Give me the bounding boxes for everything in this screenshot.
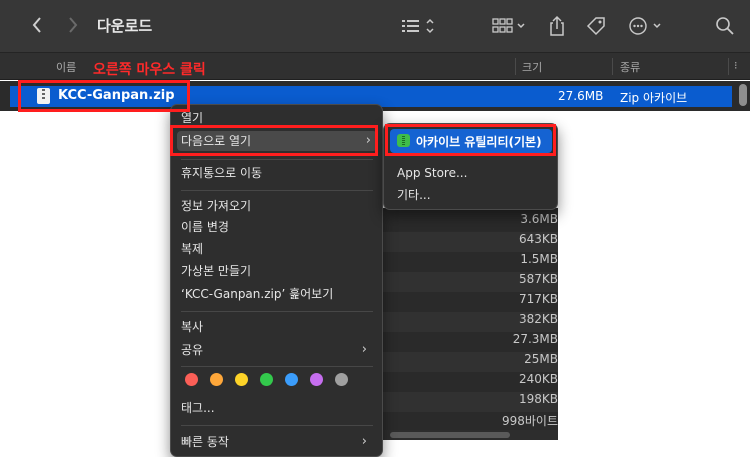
forward-chevron-icon[interactable]: [64, 15, 82, 37]
file-kind: Zip 아카이브: [620, 91, 688, 105]
menu-separator: [181, 311, 373, 312]
group-grid-icon[interactable]: [491, 15, 529, 37]
submenu-item-other[interactable]: 기타...: [397, 186, 431, 204]
list-item: 998바이트: [501, 414, 558, 428]
tag-orange[interactable]: [210, 373, 223, 386]
list-view-icon[interactable]: [400, 15, 440, 37]
column-divider: [515, 58, 516, 75]
open-with-submenu: 아카이브 유틸리티(기본) App Store... 기타...: [383, 123, 558, 210]
menu-separator: [181, 159, 373, 160]
tag-yellow[interactable]: [235, 373, 248, 386]
list-item: 198KB: [380, 392, 558, 412]
tag-green[interactable]: [260, 373, 273, 386]
menu-item-rename[interactable]: 이름 변경: [181, 217, 373, 237]
tag-gray[interactable]: [335, 373, 348, 386]
file-size: 27.6MB: [558, 89, 604, 103]
list-item: 643KB: [380, 232, 558, 252]
tag-red[interactable]: [185, 373, 198, 386]
list-item: 1.5MB: [520, 252, 558, 266]
menu-item-quick-look[interactable]: ‘KCC-Ganpan.zip’ 훑어보기: [181, 284, 373, 304]
toolbar: 다운로드: [0, 0, 750, 53]
submenu-item-label: 아카이브 유틸리티(기본): [416, 135, 542, 149]
zip-file-icon: [37, 88, 50, 104]
menu-item-move-to-trash[interactable]: 휴지통으로 이동: [181, 163, 373, 183]
menu-item-make-alias[interactable]: 가상본 만들기: [181, 261, 373, 281]
menu-item-open[interactable]: 열기: [181, 108, 373, 128]
menu-separator: [181, 366, 373, 367]
menu-separator: [181, 190, 373, 191]
menu-item-open-with[interactable]: 다음으로 열기 ›: [177, 131, 377, 151]
tag-icon[interactable]: [585, 15, 607, 37]
window-title: 다운로드: [97, 17, 153, 35]
menu-item-label: 다음으로 열기: [181, 134, 252, 148]
list-item: 3.6MB: [520, 212, 558, 226]
finder-window: 다운로드 이름 오른쪽 마우스 클릭 크기 종류 ⁝ KCC-Ganpan.zi…: [0, 0, 750, 457]
menu-item-duplicate[interactable]: 복제: [181, 239, 373, 259]
tag-blue[interactable]: [285, 373, 298, 386]
chevron-right-icon: ›: [365, 133, 371, 148]
more-actions-icon[interactable]: [627, 15, 665, 37]
context-menu: 열기 다음으로 열기 › 휴지통으로 이동 정보 가져오기 이름 변경 복제 가…: [170, 104, 383, 457]
list-item: 240KB: [518, 372, 558, 386]
column-more: ⁝: [734, 59, 738, 72]
list-item: 717KB: [518, 292, 558, 306]
column-size[interactable]: 크기: [522, 59, 542, 75]
menu-item-quick-actions[interactable]: 빠른 동작 ›: [181, 432, 373, 452]
chevron-right-icon: ›: [361, 342, 367, 357]
submenu-item-app-store[interactable]: App Store...: [397, 164, 467, 182]
back-chevron-icon[interactable]: [28, 15, 46, 37]
submenu-item-archive-utility[interactable]: 아카이브 유틸리티(기본): [390, 129, 552, 153]
list-item: 25MB: [380, 352, 558, 372]
column-kind[interactable]: 종류: [620, 59, 640, 75]
column-divider: [728, 58, 729, 75]
menu-item-get-info[interactable]: 정보 가져오기: [181, 196, 373, 216]
list-item: 382KB: [380, 312, 558, 332]
menu-item-label: 공유: [181, 343, 204, 357]
list-item: 587KB: [380, 272, 558, 292]
menu-item-copy[interactable]: 복사: [181, 317, 373, 337]
right-click-annotation: 오른쪽 마우스 클릭: [93, 62, 206, 78]
menu-separator: [181, 425, 373, 426]
menu-item-tags[interactable]: 태그...: [181, 398, 373, 418]
tag-purple[interactable]: [310, 373, 323, 386]
chevron-right-icon: ›: [361, 434, 367, 449]
share-icon[interactable]: [547, 15, 567, 37]
scroll-thumb[interactable]: [390, 432, 510, 438]
menu-item-share[interactable]: 공유 ›: [181, 340, 373, 360]
list-item: 27.3MB: [512, 332, 558, 346]
column-header: 이름 오른쪽 마우스 클릭 크기 종류 ⁝: [0, 53, 750, 80]
file-name: KCC-Ganpan.zip: [58, 88, 175, 103]
menu-item-label: 빠른 동작: [181, 435, 229, 449]
horizontal-scrollbar[interactable]: [380, 430, 558, 440]
column-divider: [612, 58, 613, 75]
archive-utility-icon: [397, 134, 410, 147]
vertical-scrollbar[interactable]: [739, 84, 747, 106]
column-name[interactable]: 이름: [56, 59, 76, 75]
search-icon[interactable]: [714, 15, 736, 37]
